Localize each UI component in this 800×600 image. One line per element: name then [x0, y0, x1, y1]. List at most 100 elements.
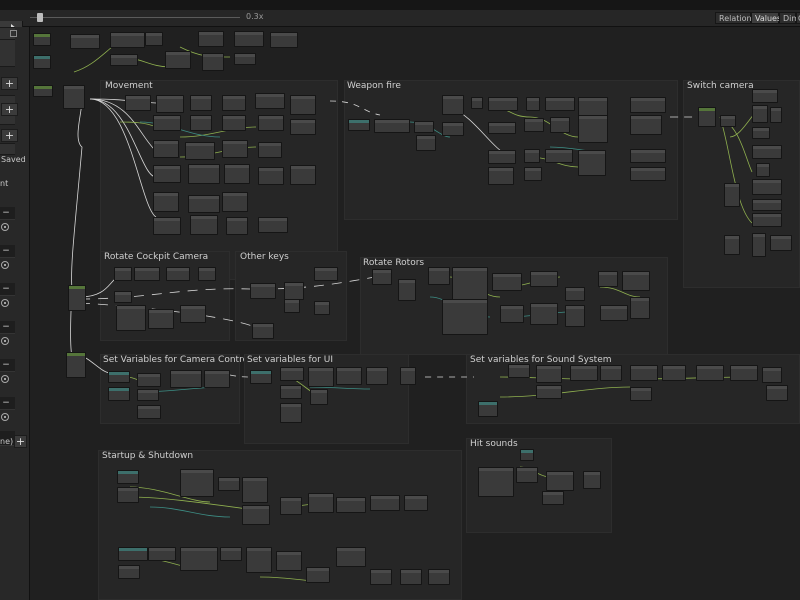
graph-node[interactable] [165, 51, 191, 69]
graph-node[interactable] [270, 32, 298, 48]
graph-node[interactable] [372, 269, 392, 285]
graph-node[interactable] [730, 365, 758, 381]
graph-node[interactable] [630, 167, 666, 181]
graph-node[interactable] [153, 115, 181, 131]
graph-node[interactable] [137, 389, 159, 401]
graph-node[interactable] [222, 95, 246, 111]
graph-node[interactable] [290, 119, 316, 135]
graph-node[interactable] [488, 122, 516, 134]
graph-node[interactable] [545, 149, 573, 163]
graph-node[interactable] [752, 127, 770, 139]
graph-node[interactable] [242, 505, 270, 525]
add-variable-button[interactable]: + [14, 435, 27, 448]
graph-node[interactable] [145, 32, 163, 46]
graph-node[interactable] [280, 367, 304, 381]
graph-node[interactable] [242, 477, 268, 503]
graph-canvas[interactable]: Movement Weapon fire Switch camera Rotat… [30, 27, 800, 600]
graph-node[interactable] [630, 365, 658, 381]
radio-icon[interactable] [1, 261, 9, 269]
graph-node[interactable] [170, 370, 202, 388]
graph-node[interactable] [400, 367, 416, 385]
minus-icon[interactable]: − [2, 209, 10, 218]
graph-node[interactable] [190, 115, 212, 131]
graph-node[interactable] [180, 469, 214, 497]
minus-icon[interactable]: − [2, 285, 10, 294]
graph-node[interactable] [246, 547, 272, 573]
graph-node[interactable] [524, 149, 540, 163]
graph-node[interactable] [492, 273, 522, 291]
graph-node[interactable] [188, 164, 220, 184]
event-node[interactable] [698, 107, 716, 127]
graph-node[interactable] [536, 365, 562, 383]
variable-node[interactable] [33, 55, 51, 69]
graph-node[interactable] [70, 34, 100, 49]
graph-node[interactable] [478, 467, 514, 497]
graph-node[interactable] [110, 54, 138, 66]
graph-node[interactable] [148, 547, 176, 561]
graph-node[interactable] [224, 164, 250, 184]
graph-node[interactable] [258, 115, 284, 131]
graph-node[interactable] [374, 119, 410, 133]
minus-icon[interactable]: − [2, 361, 10, 370]
graph-node[interactable] [526, 97, 540, 111]
graph-node[interactable] [258, 142, 282, 158]
graph-node[interactable] [536, 385, 562, 399]
graph-node[interactable] [770, 235, 792, 251]
graph-node[interactable] [153, 192, 179, 212]
graph-node[interactable] [284, 282, 304, 300]
graph-node[interactable] [314, 301, 330, 315]
variable-node[interactable] [520, 449, 534, 461]
graph-node[interactable] [218, 477, 240, 491]
graph-node[interactable] [570, 365, 598, 381]
graph-node[interactable] [336, 547, 366, 567]
graph-node[interactable] [290, 95, 316, 115]
graph-node[interactable] [452, 267, 488, 303]
graph-node[interactable] [336, 497, 366, 513]
graph-node[interactable] [137, 373, 161, 387]
graph-node[interactable] [752, 105, 768, 123]
graph-node[interactable] [280, 497, 302, 515]
graph-node[interactable] [630, 297, 650, 319]
graph-node[interactable] [63, 85, 85, 109]
tab-dim[interactable]: Dim [779, 12, 799, 24]
graph-node[interactable] [226, 217, 248, 235]
graph-node[interactable] [546, 471, 574, 491]
event-node[interactable] [68, 285, 86, 311]
graph-node[interactable] [630, 149, 666, 163]
graph-node[interactable] [630, 115, 662, 135]
graph-node[interactable] [153, 217, 181, 235]
graph-node[interactable] [153, 165, 181, 183]
graph-node[interactable] [400, 569, 422, 585]
minus-icon[interactable]: − [2, 399, 10, 408]
variable-node[interactable] [108, 371, 130, 383]
minus-icon[interactable]: − [2, 323, 10, 332]
graph-node[interactable] [308, 367, 334, 387]
graph-node[interactable] [442, 95, 464, 115]
tab-relations[interactable]: Relations [715, 12, 756, 24]
graph-node[interactable] [471, 97, 483, 109]
graph-node[interactable] [134, 267, 160, 281]
variable-node[interactable] [108, 387, 130, 401]
variable-node[interactable] [118, 547, 148, 561]
graph-node[interactable] [696, 365, 724, 381]
graph-node[interactable] [276, 551, 302, 571]
graph-node[interactable] [488, 167, 514, 185]
graph-node[interactable] [565, 305, 585, 327]
graph-node[interactable] [156, 95, 184, 113]
graph-node[interactable] [724, 235, 740, 255]
graph-node[interactable] [428, 267, 450, 285]
graph-node[interactable] [125, 95, 151, 111]
graph-node[interactable] [198, 31, 224, 47]
graph-node[interactable] [488, 97, 518, 111]
graph-node[interactable] [508, 364, 530, 378]
graph-node[interactable] [280, 403, 302, 423]
variable-node[interactable] [478, 401, 498, 417]
graph-node[interactable] [166, 267, 190, 281]
graph-node[interactable] [770, 107, 782, 123]
radio-icon[interactable] [1, 413, 9, 421]
graph-node[interactable] [252, 323, 274, 339]
graph-node[interactable] [622, 271, 650, 291]
graph-node[interactable] [185, 142, 215, 160]
graph-node[interactable] [752, 179, 782, 195]
graph-node[interactable] [630, 387, 652, 401]
